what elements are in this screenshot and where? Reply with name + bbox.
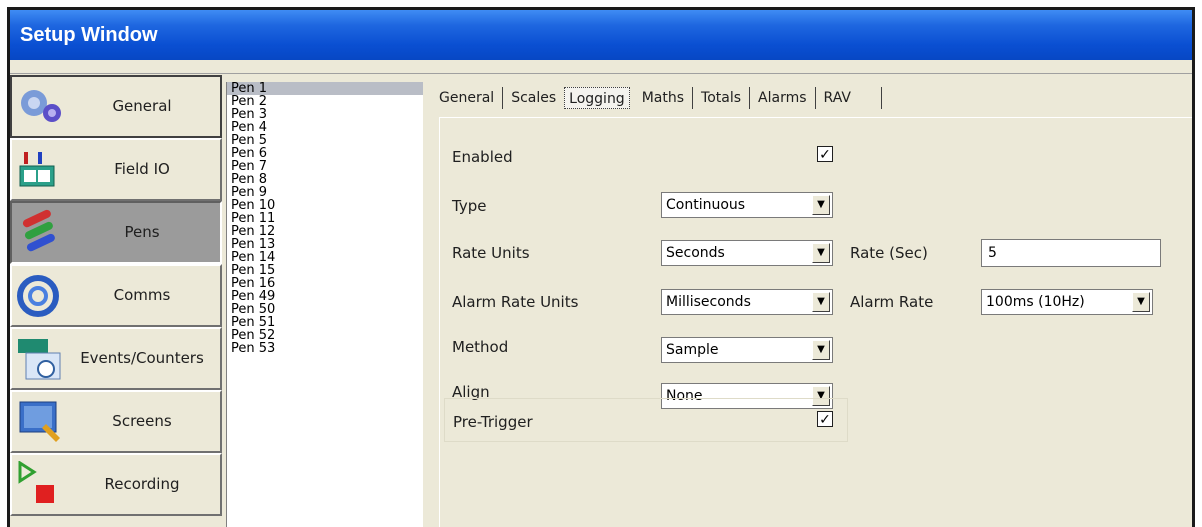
- list-item[interactable]: Pen 53: [227, 342, 423, 355]
- menu-strip: [10, 60, 1192, 74]
- tab-logging[interactable]: Logging: [564, 87, 630, 109]
- pen-list[interactable]: Pen 1 Pen 2 Pen 3 Pen 4 Pen 5 Pen 6 Pen …: [226, 82, 423, 527]
- category-nav: General Field IO Pens Comms Events/Count…: [10, 75, 224, 527]
- field-io-icon: [19, 152, 55, 187]
- type-select[interactable]: Continuous ▼: [661, 192, 833, 218]
- nav-label: Screens: [112, 412, 172, 430]
- pen-settings-area: General Scales Logging Maths Totals Alar…: [425, 75, 1192, 527]
- tab-alarms[interactable]: Alarms: [750, 87, 816, 109]
- nav-item-field-io[interactable]: Field IO: [10, 138, 222, 201]
- tab-general[interactable]: General: [431, 87, 504, 109]
- chevron-down-icon[interactable]: ▼: [812, 195, 830, 215]
- method-select[interactable]: Sample ▼: [661, 337, 833, 363]
- tab-bar: General Scales Logging Maths Totals Alar…: [431, 85, 882, 111]
- enabled-label: Enabled: [452, 148, 513, 166]
- nav-label: General: [112, 97, 172, 115]
- recording-icon: [18, 461, 54, 503]
- rate-units-value: Seconds: [666, 245, 725, 261]
- rate-units-select[interactable]: Seconds ▼: [661, 240, 833, 266]
- alarm-rate-value: 100ms (10Hz): [986, 294, 1085, 310]
- screens-icon: [19, 401, 60, 442]
- chevron-down-icon[interactable]: ▼: [812, 292, 830, 312]
- pretrigger-label: Pre-Trigger: [453, 413, 533, 431]
- alarm-rate-select[interactable]: 100ms (10Hz) ▼: [981, 289, 1153, 315]
- nav-label: Pens: [124, 223, 160, 241]
- enabled-checkbox[interactable]: ✓: [817, 146, 833, 162]
- comms-icon: [17, 275, 59, 317]
- events-counters-icon: [18, 339, 61, 380]
- window-title: Setup Window: [10, 10, 1192, 60]
- tab-rav[interactable]: RAV: [816, 87, 882, 109]
- pens-icon: [22, 209, 55, 252]
- nav-item-screens[interactable]: Screens: [10, 390, 222, 453]
- nav-item-comms[interactable]: Comms: [10, 264, 222, 327]
- pretrigger-checkbox[interactable]: ✓: [817, 411, 833, 427]
- chevron-down-icon[interactable]: ▼: [812, 340, 830, 360]
- nav-label: Comms: [113, 286, 171, 304]
- chevron-down-icon[interactable]: ▼: [1132, 292, 1150, 312]
- nav-label: Recording: [104, 475, 180, 493]
- rate-label: Rate (Sec): [850, 244, 928, 262]
- tab-maths[interactable]: Maths: [634, 87, 694, 109]
- type-label: Type: [452, 197, 487, 215]
- nav-label: Field IO: [114, 160, 170, 178]
- alarm-rate-units-value: Milliseconds: [666, 294, 751, 310]
- pretrigger-row: Pre-Trigger ✓: [444, 398, 848, 442]
- nav-item-recording[interactable]: Recording: [10, 453, 222, 516]
- rate-units-label: Rate Units: [452, 244, 530, 262]
- setup-window: Setup Window General Field IO Pens Comms…: [7, 7, 1195, 527]
- alarm-rate-units-label: Alarm Rate Units: [452, 293, 579, 311]
- method-label: Method: [452, 338, 509, 356]
- method-value: Sample: [666, 342, 719, 358]
- nav-item-pens[interactable]: Pens: [10, 201, 222, 264]
- nav-item-events-counters[interactable]: Events/Counters: [10, 327, 222, 390]
- tab-scales[interactable]: Scales: [503, 87, 564, 109]
- type-value: Continuous: [666, 197, 746, 213]
- alarm-rate-units-select[interactable]: Milliseconds ▼: [661, 289, 833, 315]
- nav-item-general[interactable]: General: [10, 75, 222, 138]
- chevron-down-icon[interactable]: ▼: [812, 243, 830, 263]
- alarm-rate-label: Alarm Rate: [850, 293, 934, 311]
- rate-input[interactable]: 5: [981, 239, 1161, 267]
- nav-label: Events/Counters: [80, 349, 204, 367]
- tab-totals[interactable]: Totals: [693, 87, 751, 109]
- logging-panel: Enabled ✓ Type Continuous ▼ Rate Units S…: [439, 117, 1192, 527]
- gears-icon: [21, 90, 61, 122]
